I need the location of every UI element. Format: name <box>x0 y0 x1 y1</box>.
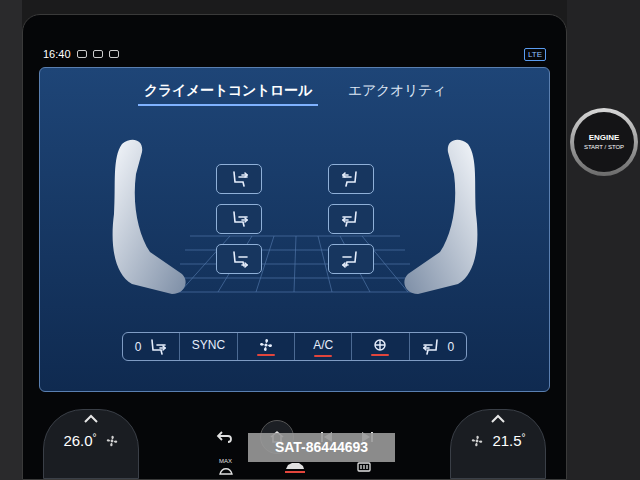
back-icon[interactable] <box>216 430 234 444</box>
climate-bar-item[interactable]: A/C <box>294 333 351 360</box>
tab[interactable]: エアクオリティ <box>342 80 452 106</box>
climate-panel: クライメートコントロールエアクオリティ 0 SYNC A/C 0 <box>39 67 550 392</box>
climate-bar-item[interactable] <box>237 333 294 360</box>
seat-heat-icon <box>146 337 168 357</box>
max-defrost-button[interactable]: MAX <box>218 458 234 475</box>
tab-bar: クライメートコントロールエアクオリティ <box>40 68 549 106</box>
climate-bar-item[interactable]: SYNC <box>179 333 236 360</box>
status-bar: 16:40 LTE <box>39 43 550 65</box>
clock: 16:40 <box>43 46 71 63</box>
airflow-button[interactable] <box>328 244 374 274</box>
seat-air-icon <box>228 209 250 229</box>
climate-bar-item[interactable]: 0 <box>409 333 466 360</box>
network-badge: LTE <box>524 48 546 61</box>
seat-icon <box>398 134 488 304</box>
airflow-button[interactable] <box>216 244 262 274</box>
on-indicator <box>257 354 275 356</box>
max-label: MAX <box>219 458 232 465</box>
engine-label: ENGINE <box>589 133 620 143</box>
temperature-value: 26.0° <box>63 430 96 453</box>
airflow-button[interactable] <box>216 204 262 234</box>
climate-label: A/C <box>313 336 333 354</box>
fan-icon <box>105 434 119 448</box>
seat-icon <box>102 134 192 304</box>
car-button[interactable] <box>284 461 306 473</box>
chevron-up-icon <box>83 414 99 424</box>
floor-grid-icon <box>170 226 420 296</box>
rear-defrost-icon[interactable] <box>356 461 372 473</box>
temperature-control[interactable]: 26.0° <box>43 409 139 479</box>
seat-air-icon <box>228 169 250 189</box>
seat-air-icon <box>228 249 250 269</box>
defrost-icon <box>218 465 234 475</box>
seat-heat-level: 0 <box>135 338 142 356</box>
climate-bar-item[interactable] <box>351 333 408 360</box>
climate-bar: 0 SYNC A/C 0 <box>122 332 467 361</box>
tab[interactable]: クライメートコントロール <box>138 80 318 106</box>
car-display: 16:40 LTE クライメートコントロールエアクオリティ 0 SYNC A/C 0 26.0… <box>0 0 640 480</box>
airflow-button[interactable] <box>328 204 374 234</box>
dashboard-right: ENGINESTART / STOP <box>567 0 640 480</box>
on-indicator <box>314 355 332 357</box>
watermark: SAT-86444693 <box>248 433 395 462</box>
on-indicator <box>199 355 217 357</box>
start-stop-label: START / STOP <box>584 143 624 151</box>
temperature-control[interactable]: 21.5° <box>450 409 546 479</box>
fan-icon <box>258 337 274 353</box>
on-indicator <box>371 354 389 356</box>
seat-air-icon <box>340 249 362 269</box>
status-icon <box>77 50 87 58</box>
air-heat-icon <box>372 337 388 353</box>
chevron-up-icon <box>490 414 506 424</box>
airflow-button[interactable] <box>328 164 374 194</box>
seat-air-icon <box>340 169 362 189</box>
temperature-value: 21.5° <box>492 430 525 453</box>
status-icon <box>93 50 103 58</box>
engine-start-button[interactable]: ENGINESTART / STOP <box>570 108 638 176</box>
status-icon <box>109 50 119 58</box>
car-indicator <box>285 471 305 473</box>
airflow-button[interactable] <box>216 164 262 194</box>
screen: 16:40 LTE クライメートコントロールエアクオリティ 0 SYNC A/C 0 26.0… <box>22 14 567 480</box>
airflow-area <box>40 106 549 332</box>
dashboard-left <box>0 0 22 480</box>
fan-icon <box>470 434 484 448</box>
seat-air-icon <box>340 209 362 229</box>
climate-label: SYNC <box>192 336 225 354</box>
seat-heat-icon <box>421 337 443 357</box>
climate-bar-item[interactable]: 0 <box>123 333 179 360</box>
seat-heat-level: 0 <box>447 338 454 356</box>
car-icon <box>284 461 306 471</box>
